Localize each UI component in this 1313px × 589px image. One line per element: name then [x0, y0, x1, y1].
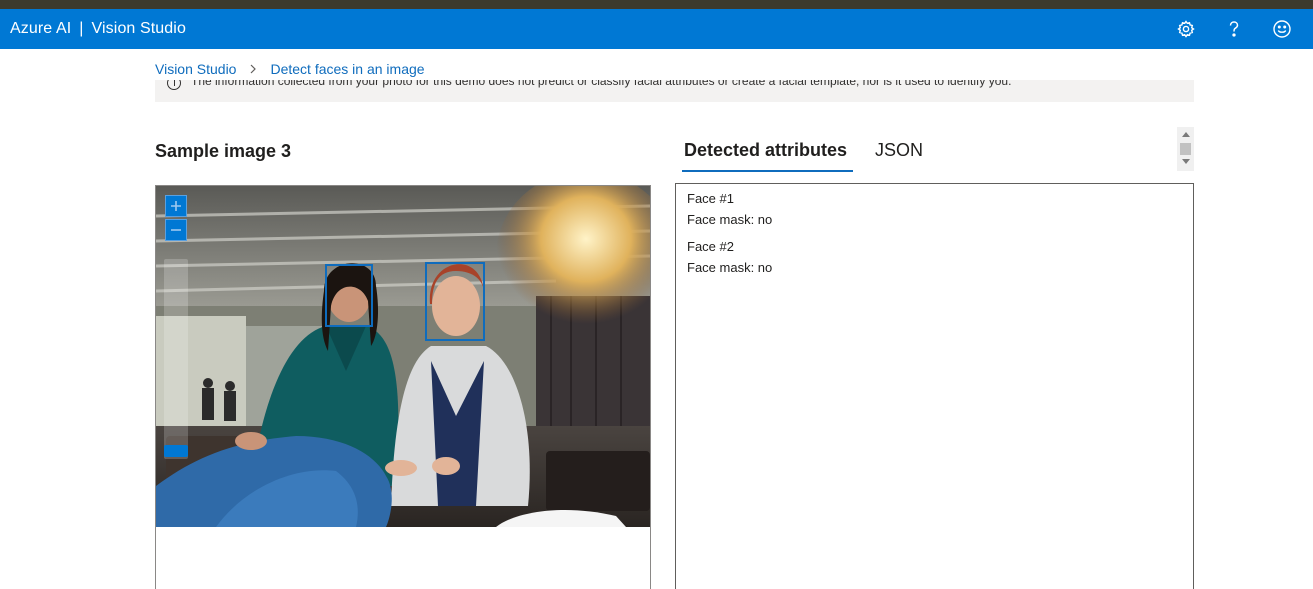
tab-json[interactable]: JSON — [871, 128, 927, 172]
settings-gear-icon[interactable] — [1174, 17, 1198, 41]
face-mask-value: Face mask: no — [687, 212, 773, 227]
brand-azure-ai: Azure AI — [10, 20, 72, 37]
tab-detected-attributes[interactable]: Detected attributes — [680, 128, 854, 172]
app-brand[interactable]: Azure AI | Vision Studio — [10, 9, 186, 49]
zoom-slider-handle[interactable] — [164, 445, 188, 457]
face-label: Face #1 — [687, 191, 734, 206]
face-entry-1: Face #1 Face mask: no — [687, 188, 772, 230]
face-mask-value: Face mask: no — [687, 260, 773, 275]
privacy-notice-text: The information collected from your phot… — [191, 80, 1012, 88]
brand-vision-studio: Vision Studio — [91, 20, 186, 37]
face-box-1[interactable] — [325, 264, 373, 327]
plus-icon — [171, 201, 181, 211]
scroll-down-arrow-icon[interactable] — [1182, 159, 1190, 164]
zoom-out-button[interactable] — [165, 219, 187, 241]
feedback-smiley-icon[interactable] — [1270, 17, 1294, 41]
face-box-2[interactable] — [425, 262, 485, 341]
sample-photo — [156, 186, 650, 527]
sample-image-title: Sample image 3 — [155, 141, 292, 161]
zoom-slider-track[interactable] — [164, 259, 188, 459]
breadcrumb: Vision Studio Detect faces in an image — [155, 60, 425, 78]
scroll-thumb[interactable] — [1180, 143, 1191, 155]
sample-image-panel — [155, 185, 651, 589]
minus-icon — [171, 229, 181, 231]
brand-separator: | — [79, 20, 84, 37]
help-icon[interactable] — [1222, 17, 1246, 41]
tabs-scrollbar[interactable] — [1177, 127, 1194, 171]
detected-attributes-panel: Face #1 Face mask: no Face #2 Face mask:… — [675, 183, 1194, 589]
info-icon — [167, 80, 181, 90]
window-top-strip — [0, 0, 1313, 9]
app-header: Azure AI | Vision Studio — [0, 9, 1313, 49]
breadcrumb-vision-studio-link[interactable]: Vision Studio — [155, 61, 236, 77]
scroll-up-arrow-icon[interactable] — [1182, 132, 1190, 137]
zoom-in-button[interactable] — [165, 195, 187, 217]
face-entry-2: Face #2 Face mask: no — [687, 236, 772, 278]
result-tabs: Detected attributes JSON — [680, 128, 947, 172]
breadcrumb-detect-faces-link[interactable]: Detect faces in an image — [270, 61, 424, 77]
privacy-notice-bar: The information collected from your phot… — [155, 80, 1194, 102]
face-label: Face #2 — [687, 239, 734, 254]
chevron-right-icon — [246, 62, 260, 76]
